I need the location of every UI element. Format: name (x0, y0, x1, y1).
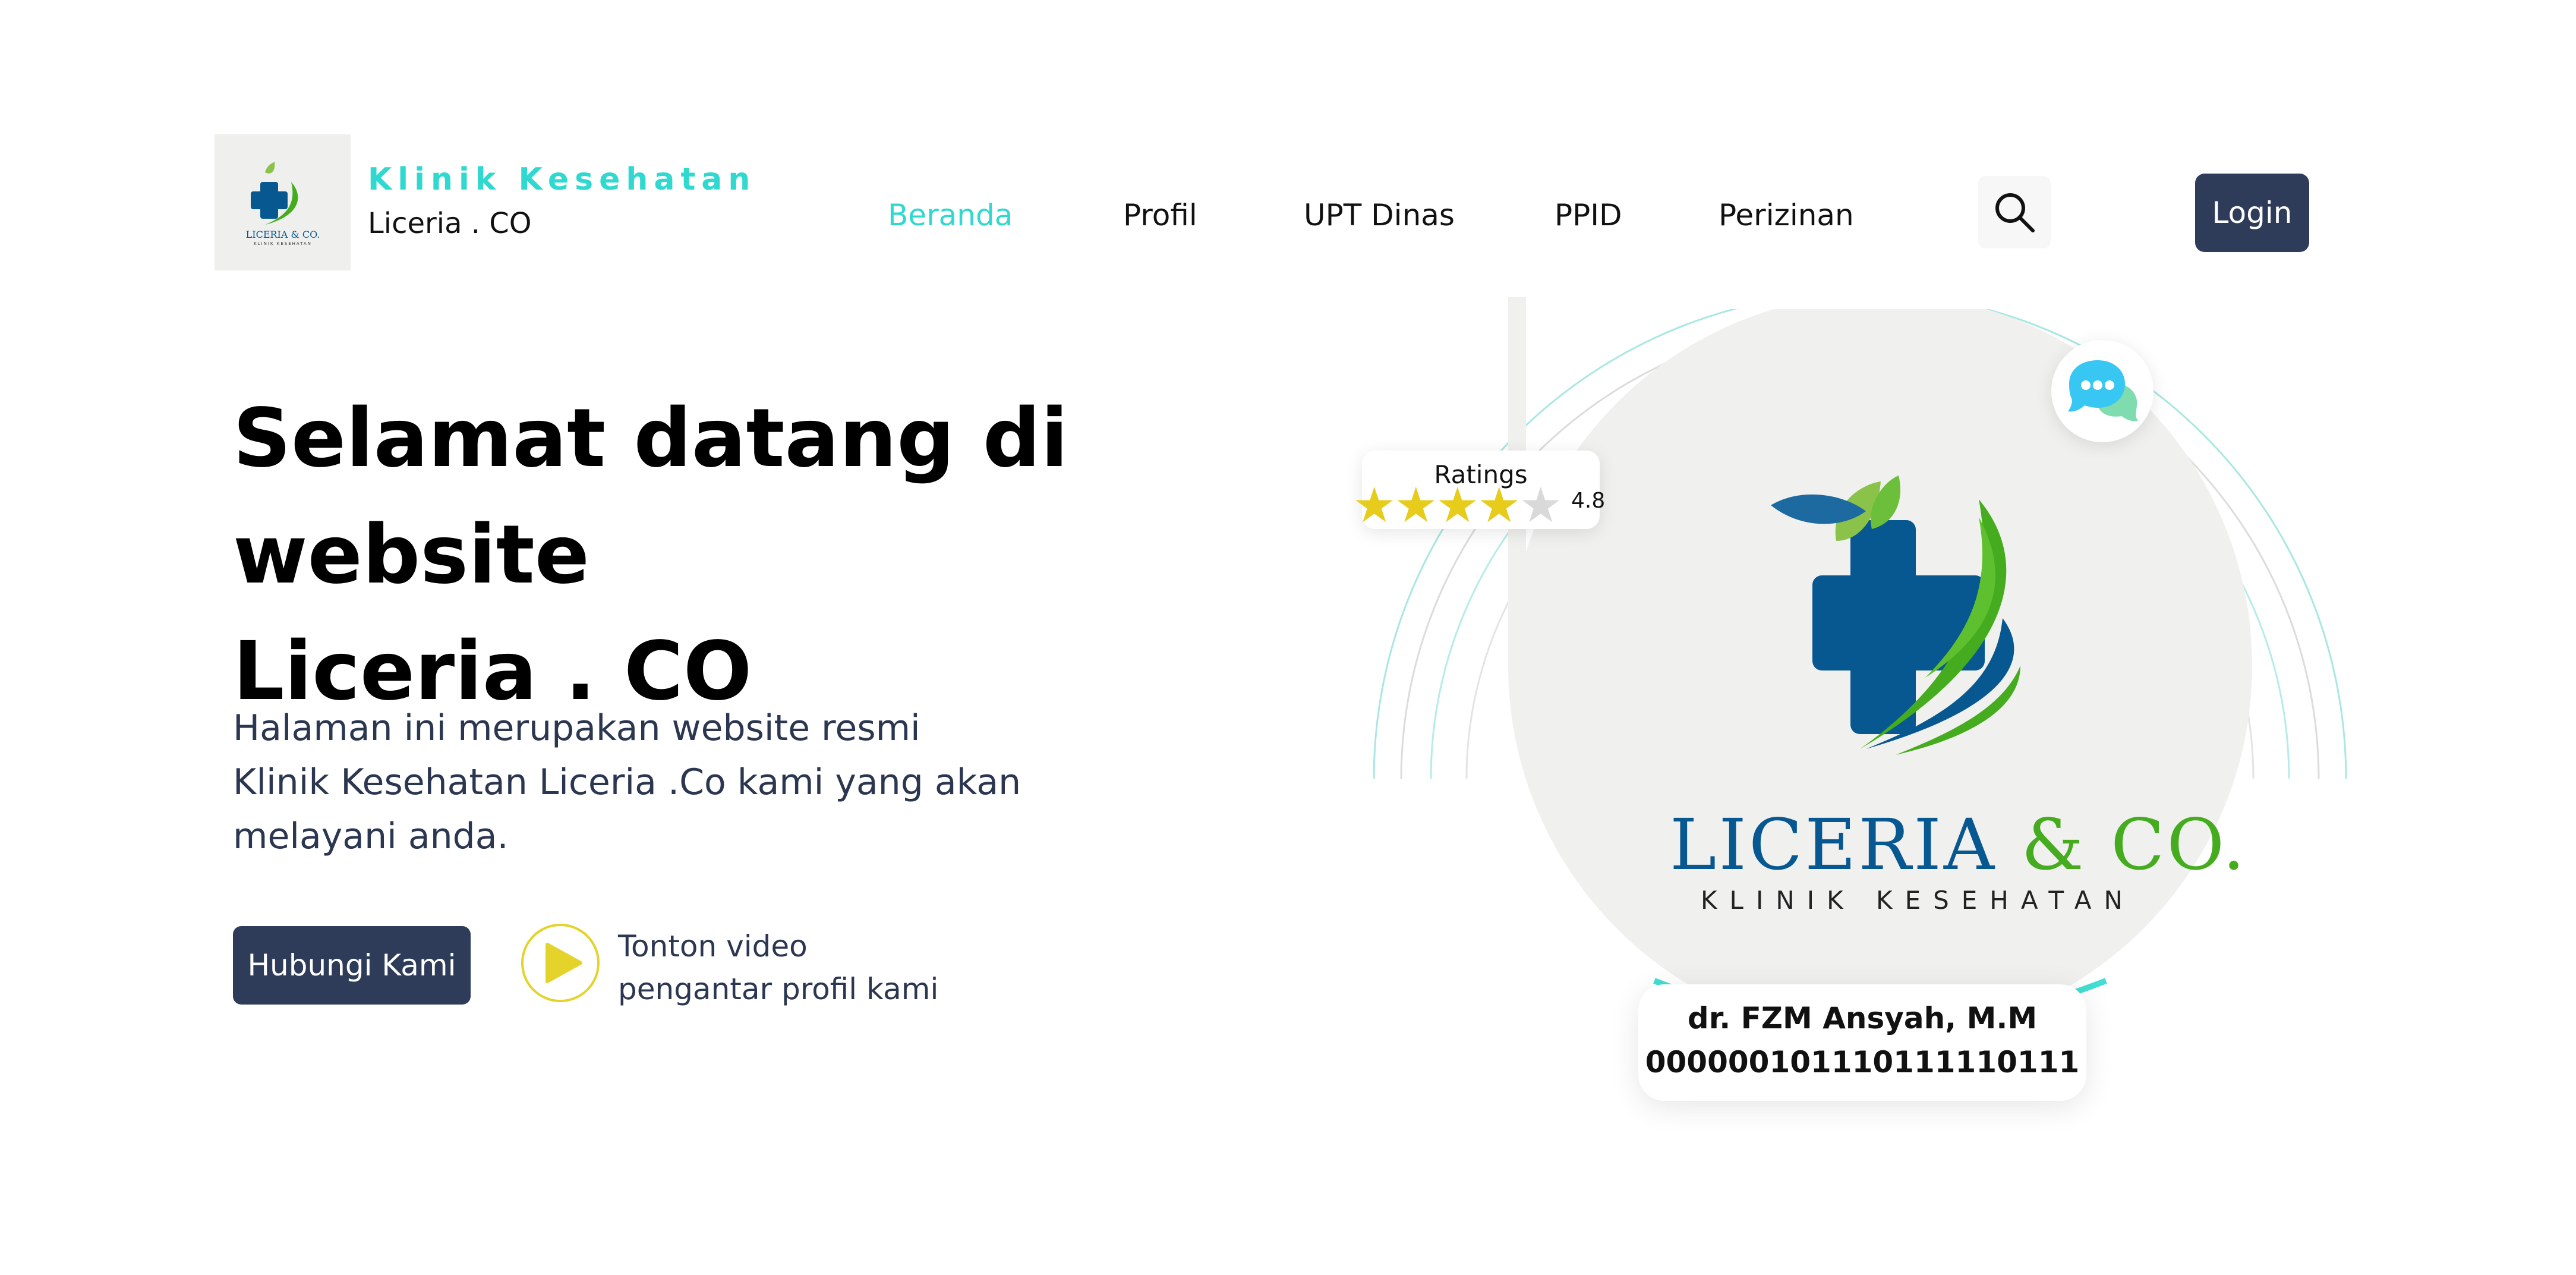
star-icon: ★ (1394, 477, 1438, 534)
header-logo[interactable]: LICERIA & CO. KLINIK KESEHATAN (215, 134, 351, 270)
rating-stars: ★ ★ ★ ★ ★ (1352, 477, 1563, 534)
star-empty-icon: ★ (1519, 477, 1563, 534)
star-icon: ★ (1477, 477, 1521, 534)
rating-value: 4.8 (1571, 489, 1606, 513)
nav-beranda[interactable]: Beranda (888, 198, 1013, 232)
contact-button[interactable]: Hubungi Kami (233, 926, 471, 1005)
hero-title-line1: Selamat datang di website (233, 392, 1068, 602)
nav-upt-dinas[interactable]: UPT Dinas (1304, 198, 1455, 232)
hero-desc-line1: Halaman ini merupakan website resmi (233, 707, 920, 749)
logo-word-co: & CO. (2021, 804, 2247, 886)
svg-text:LICERIA & CO.: LICERIA & CO. (245, 229, 320, 240)
search-button[interactable] (1978, 176, 2051, 248)
video-text-line1: Tonton video (618, 929, 808, 964)
hero-title: Selamat datang di website Liceria . CO (233, 380, 1362, 730)
nav-ppid[interactable]: PPID (1555, 198, 1622, 232)
logo-word-liceria: LICERIA (1670, 804, 1997, 886)
svg-text:KLINIK KESEHATAN: KLINIK KESEHATAN (254, 241, 312, 246)
star-icon: ★ (1436, 477, 1480, 534)
nav-perizinan[interactable]: Perizinan (1719, 198, 1854, 232)
hero-description: Halaman ini merupakan website resmi Klin… (233, 701, 1065, 864)
chat-button[interactable] (2051, 340, 2154, 442)
hero-desc-line3: melayani anda. (233, 816, 509, 857)
play-icon (546, 943, 582, 983)
doctor-name: dr. FZM Ansyah, M.M (1687, 1001, 2038, 1035)
logo-subtitle: KLINIK KESEHATAN (1701, 886, 2135, 915)
login-button[interactable]: Login (2195, 174, 2309, 252)
brand-subtitle: Liceria . CO (368, 207, 532, 240)
brand-title: Klinik Kesehatan (368, 162, 756, 197)
doctor-id: 000000101110111110111 (1645, 1045, 2080, 1079)
video-text-line2: pengantar profil kami (618, 972, 939, 1006)
chat-bubble-icon (2068, 360, 2138, 421)
nav-profil[interactable]: Profil (1123, 198, 1197, 232)
logo-wordmark: LICERIA & CO. (1670, 804, 2247, 886)
star-icon: ★ (1352, 477, 1396, 534)
doctor-card: dr. FZM Ansyah, M.M 00000010111011111011… (1638, 984, 2086, 1101)
video-link[interactable]: Tonton video pengantar profil kami (618, 925, 938, 1010)
hero-desc-line2: Klinik Kesehatan Liceria .Co kami yang a… (233, 761, 1021, 803)
clinic-logo-icon: LICERIA & CO. KLINIK KESEHATAN (245, 161, 320, 246)
search-icon (1995, 193, 2035, 232)
play-video-button[interactable] (521, 924, 600, 1002)
ratings-card: Ratings ★ ★ ★ ★ ★ 4.8 (1352, 451, 1605, 530)
